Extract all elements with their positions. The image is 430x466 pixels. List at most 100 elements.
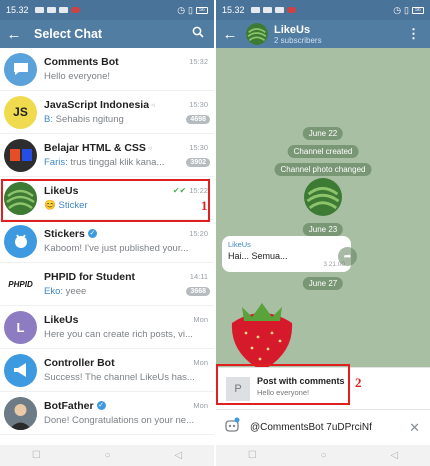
chat-item-controller-bot[interactable]: Controller Bot Mon Success! The channel L… — [0, 349, 214, 392]
status-bar: 15.32 ◷ ▯ 56 — [216, 0, 430, 20]
verified-icon: ✓ — [96, 401, 106, 410]
chat-list: Comments Bot 15:32 Hello everyone! JS Jav… — [0, 48, 214, 445]
recents-icon[interactable]: ☐ — [248, 450, 257, 461]
channel-name: LikeUs — [274, 23, 311, 36]
html-css-logo-icon — [4, 138, 37, 172]
chat-name: LikeUs — [44, 313, 79, 326]
chat-name: LikeUs — [44, 184, 79, 197]
back-icon[interactable]: ◁ — [174, 450, 182, 461]
chat-item-belajar-html-css[interactable]: Belajar HTML & CSS ◃ 15:30 Faris: trus tin… — [0, 134, 214, 177]
bubble-author: LikeUs — [228, 240, 251, 249]
chat-item-botfather[interactable]: BotFather ✓ Mon Done! Congratulations on y… — [0, 392, 214, 435]
chat-name: JavaScript Indonesia — [44, 98, 150, 111]
search-icon[interactable] — [192, 25, 204, 43]
notification-icon — [286, 7, 296, 13]
home-icon[interactable]: ○ — [321, 450, 327, 461]
service-message: Channel photo changed — [274, 163, 372, 176]
chat-preview: Sehabis ngitung — [55, 114, 124, 125]
channel-photo-icon[interactable] — [304, 178, 342, 216]
unread-badge: 4698 — [186, 115, 210, 124]
wifi-icon — [274, 7, 284, 13]
alarm-icon: ◷ — [393, 4, 402, 15]
muted-icon: ◃ — [147, 144, 152, 152]
chat-name: Belajar HTML & CSS — [44, 141, 146, 154]
back-arrow-icon[interactable]: ← — [216, 26, 244, 43]
megaphone-icon — [4, 353, 37, 387]
chat-sender: B: — [44, 114, 53, 125]
vibrate-icon: ▯ — [404, 4, 409, 15]
message-bubble[interactable]: LikeUs Hai... Semua... 3 21.00 — [222, 236, 351, 272]
channel-avatar-icon[interactable] — [246, 23, 268, 45]
chat-name: Controller Bot — [44, 356, 115, 369]
signal-icon — [34, 7, 44, 13]
date-pill: June 27 — [302, 277, 344, 290]
top-bar: ← Select Chat — [0, 20, 214, 48]
more-menu-icon[interactable]: ⋮ — [407, 26, 420, 42]
strawberry-sticker-icon[interactable] — [222, 293, 302, 371]
chat-preview: Sticker — [58, 200, 88, 211]
avatar-letter: L — [4, 310, 37, 344]
channel-info[interactable]: LikeUs 2 subscribers — [274, 24, 322, 45]
message-input[interactable]: @CommentsBot 7uDPrciNf — [250, 422, 409, 433]
chat-bubble-icon — [4, 52, 37, 86]
chat-time: 14:11 — [189, 272, 208, 281]
chat-time: 15:20 — [189, 229, 208, 238]
javascript-logo-icon: JS — [4, 95, 37, 129]
date-pill: June 22 — [302, 127, 344, 140]
home-icon[interactable]: ○ — [105, 450, 111, 461]
signal-icon — [250, 7, 260, 13]
annotation-number: 1 — [201, 198, 208, 213]
chat-preview: Success! The channel LikeUs has... — [44, 372, 195, 383]
chat-item-likeus-bot[interactable]: L LikeUs Mon Here you can create rich pos… — [0, 306, 214, 349]
muted-icon: ◃ — [151, 101, 155, 109]
page-title: Select Chat — [34, 27, 103, 41]
alarm-icon: ◷ — [177, 4, 186, 15]
chat-preview: Kaboom! I've just published your... — [44, 243, 189, 254]
status-time: 15.32 — [6, 5, 29, 15]
signal-icon — [262, 7, 272, 13]
chat-item-likeus-channel[interactable]: LikeUs ✔✔ 15:22 😊 Sticker — [0, 177, 214, 220]
signal-icon — [46, 7, 56, 13]
chat-name: BotFather — [44, 399, 94, 412]
vibrate-icon: ▯ — [188, 4, 193, 15]
recents-icon[interactable]: ☐ — [32, 450, 41, 461]
chat-item-stickers[interactable]: Stickers ✓ 15:20 Kaboom! I've just publish… — [0, 220, 214, 263]
nav-bar: ☐ ○ ◁ — [216, 445, 430, 466]
date-pill: June 23 — [302, 223, 344, 236]
chat-preview: Here you can create rich posts, vi... — [44, 329, 193, 340]
watermelon-avatar-icon — [4, 181, 37, 215]
chat-name: Stickers — [44, 227, 85, 240]
chat-time: 15:32 — [189, 57, 208, 66]
unread-badge: 3902 — [186, 158, 210, 167]
status-time: 15.32 — [222, 5, 245, 15]
chat-item-javascript-indonesia[interactable]: JS JavaScript Indonesia ◃ 15:30 B: Sehabis… — [0, 91, 214, 134]
chat-time: Mon — [193, 401, 208, 410]
chat-name: PHPID for Student — [44, 270, 135, 283]
chat-time: Mon — [193, 315, 208, 324]
chat-preview: trus tinggal klik kana... — [70, 157, 165, 168]
close-icon[interactable]: ✕ — [409, 420, 420, 436]
subscriber-count: 2 subscribers — [274, 35, 322, 45]
back-arrow-icon[interactable]: ← — [0, 26, 28, 43]
read-checks-icon: ✔✔ — [172, 186, 187, 195]
chat-item-phpid-for-student[interactable]: PHPID PHPID for Student 14:11 Eko: yeee 36… — [0, 263, 214, 306]
battery-icon: 56 — [412, 6, 424, 14]
highlight-box — [216, 364, 350, 405]
top-bar: ← LikeUs 2 subscribers ⋮ — [216, 20, 430, 48]
chat-name: Comments Bot — [44, 55, 119, 68]
verified-icon: ✓ — [87, 229, 97, 238]
chat-sender: Eko: — [44, 286, 64, 297]
chat-time: 15:22 — [189, 186, 208, 195]
sticker-emoji-icon: 😊 — [44, 200, 56, 211]
share-arrow-icon[interactable]: ➦ — [338, 247, 357, 266]
chat-time: 15:30 — [189, 143, 208, 152]
botfather-avatar-icon — [4, 396, 37, 430]
annotation-number: 2 — [355, 375, 362, 390]
notification-icon — [70, 7, 80, 13]
back-icon[interactable]: ◁ — [390, 450, 398, 461]
bot-icon[interactable] — [224, 417, 246, 438]
nav-bar: ☐ ○ ◁ — [0, 445, 214, 466]
chat-item-comments-bot[interactable]: Comments Bot 15:32 Hello everyone! — [0, 48, 214, 91]
phpid-logo-icon: PHPID — [4, 267, 37, 301]
battery-icon: 56 — [196, 6, 208, 14]
